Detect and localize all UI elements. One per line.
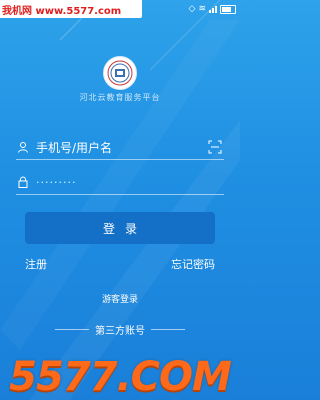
watermark-bottom: 5577.COM xyxy=(9,354,232,400)
wifi-icon: ≋ xyxy=(198,4,206,14)
username-placeholder: 手机号/用户名 xyxy=(36,140,113,155)
divider-right xyxy=(151,328,185,330)
lock-icon xyxy=(16,175,30,189)
signal-icon xyxy=(209,5,217,13)
third-party-section: 第三方账号 xyxy=(0,322,240,337)
register-link[interactable]: 注册 xyxy=(25,256,47,272)
third-party-label: 第三方账号 xyxy=(95,325,145,337)
status-bar: ◇ ≋ xyxy=(189,2,236,16)
login-button[interactable]: 登录 xyxy=(25,212,215,244)
watermark-top: 我机网 www.5577.com xyxy=(0,0,142,18)
notification-icon: ◇ xyxy=(188,4,196,14)
forgot-password-link[interactable]: 忘记密码 xyxy=(171,256,215,272)
password-field[interactable]: ········· xyxy=(16,170,224,195)
scan-icon[interactable] xyxy=(208,139,222,154)
battery-icon xyxy=(220,4,236,14)
guest-login-link[interactable]: 游客登录 xyxy=(0,292,240,305)
username-field[interactable]: 手机号/用户名 xyxy=(16,135,224,160)
user-icon xyxy=(16,140,30,154)
logo-icon xyxy=(103,56,137,90)
divider-left xyxy=(55,328,89,330)
password-value: ········· xyxy=(36,175,77,189)
app-title: 河北云教育服务平台 xyxy=(79,93,161,102)
